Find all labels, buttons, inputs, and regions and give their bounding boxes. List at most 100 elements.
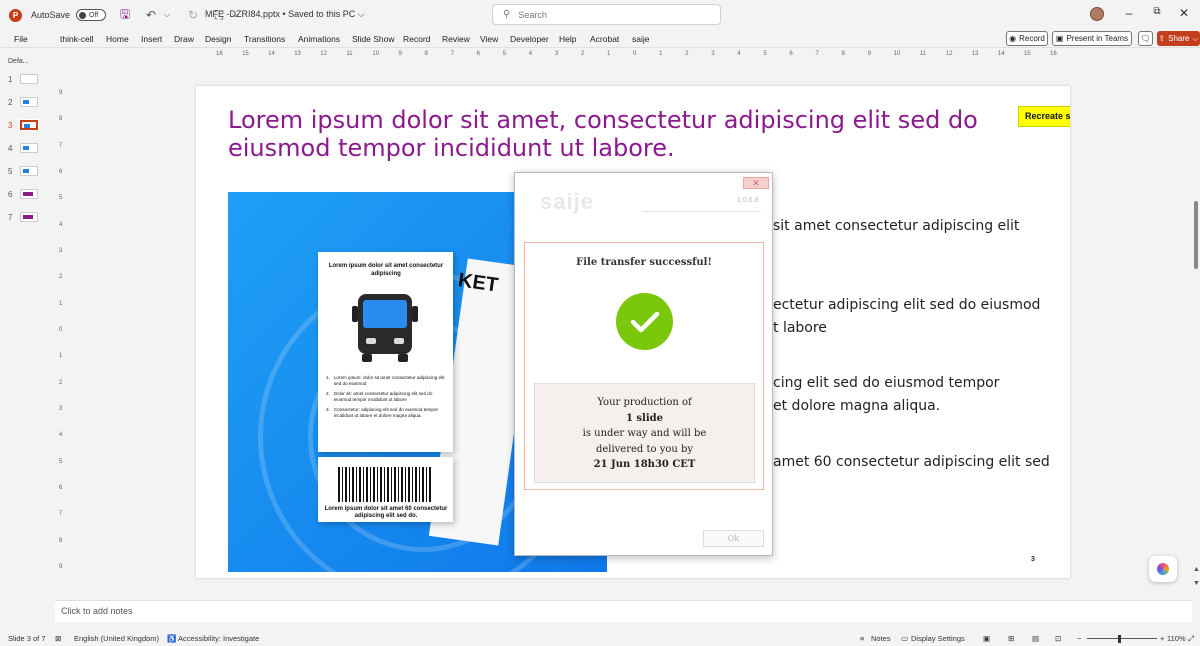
tab-insert[interactable]: Insert <box>141 34 162 44</box>
document-title[interactable]: MFE -DZRI84.pptx • Saved to this PC ⌵ <box>205 9 365 20</box>
thumbnail-slide-3[interactable]: 3 <box>8 118 50 132</box>
record-button[interactable]: ◉ Record <box>1006 31 1048 46</box>
vertical-scrollbar[interactable] <box>1192 56 1200 596</box>
slideshow-icon[interactable]: ⊡ <box>1055 634 1061 643</box>
ruler-tick-label: 8 <box>59 537 63 544</box>
notes-icon[interactable]: ≡ <box>860 634 864 643</box>
comment-icon: 🗨 <box>1140 34 1151 43</box>
language-status[interactable]: English (United Kingdom) <box>74 634 159 643</box>
tab-animations[interactable]: Animations <box>298 34 340 44</box>
accessibility-icon[interactable]: ♿ <box>167 634 176 643</box>
scrollbar-thumb[interactable] <box>1194 201 1198 269</box>
ruler-tick-label: 7 <box>815 51 819 57</box>
thumbnail-slide-5[interactable]: 5 <box>8 164 50 178</box>
front-ticket: Lorem ipsum dolor sit amet consectetur a… <box>318 252 453 452</box>
thumbnail-slide-4[interactable]: 4 <box>8 141 50 155</box>
vertical-ruler: 9 8 7 6 5 4 3 2 1 0 1 2 3 4 5 6 7 8 9 <box>57 86 67 572</box>
body-text-line-4[interactable]: amet 60 consectetur adipiscing elit sed <box>773 451 1063 474</box>
autosave-toggle[interactable]: Off <box>76 9 107 21</box>
fit-to-window-icon[interactable]: ⤢ <box>1188 634 1194 644</box>
ruler-tick-label: 8 <box>841 51 845 57</box>
tab-design[interactable]: Design <box>205 34 231 44</box>
save-icon[interactable]: 🖫 <box>118 5 132 26</box>
tab-help[interactable]: Help <box>559 34 576 44</box>
copilot-button[interactable] <box>1149 556 1177 582</box>
tab-developer[interactable]: Developer <box>510 34 549 44</box>
scroll-down-icon[interactable]: ▼ <box>1193 580 1200 587</box>
slide-title[interactable]: Lorem ipsum dolor sit amet, consectetur … <box>228 106 998 162</box>
slide-counter: Slide 3 of 7 <box>8 634 46 643</box>
thumbnail-image <box>20 97 38 107</box>
tab-view[interactable]: View <box>480 34 498 44</box>
undo-dropdown-icon[interactable]: ⌵ <box>160 10 174 20</box>
redo-icon[interactable]: ↻ <box>186 8 200 22</box>
notes-pane[interactable]: Click to add notes <box>55 600 1192 622</box>
accessibility-status[interactable]: Accessibility: Investigate <box>178 634 259 643</box>
tab-transitions[interactable]: Transitions <box>244 34 285 44</box>
minimize-icon[interactable]: – <box>1122 6 1136 20</box>
thumbnail-slide-1[interactable]: 1 <box>8 72 50 86</box>
close-button[interactable]: ✕ <box>743 177 769 189</box>
tab-home[interactable]: Home <box>106 34 129 44</box>
ruler-tick-label: 9 <box>59 90 63 96</box>
list-item-number: 3. <box>326 407 330 412</box>
ruler-tick-label: 9 <box>398 51 402 57</box>
slide-sorter-icon[interactable]: ⊞ <box>1008 634 1014 643</box>
share-dropdown-icon: ⌵ <box>1192 33 1199 43</box>
tab-slide-show[interactable]: Slide Show <box>352 34 395 44</box>
thumbnail-slide-7[interactable]: 7 <box>8 210 50 224</box>
reading-view-icon[interactable]: ▤ <box>1032 634 1039 643</box>
zoom-in-icon[interactable]: + <box>1160 634 1164 643</box>
success-check-icon <box>616 293 673 350</box>
list-item-number: 1. <box>326 375 330 380</box>
zoom-level[interactable]: 110% <box>1167 634 1186 643</box>
close-icon[interactable]: ✕ <box>1177 6 1191 20</box>
ruler-tick-label: 10 <box>893 51 901 57</box>
notes-toggle[interactable]: Notes <box>871 634 891 643</box>
ruler-tick-label: 15 <box>1023 51 1031 57</box>
list-item-text: Dolor sit: amet consectetur adipiscing e… <box>333 391 433 402</box>
saije-logo: saije <box>540 189 594 214</box>
tab-file[interactable]: File <box>14 34 28 44</box>
tab-think-cell[interactable]: think-cell <box>60 34 94 44</box>
tab-draw[interactable]: Draw <box>174 34 194 44</box>
thumbnail-slide-2[interactable]: 2 <box>8 95 50 109</box>
ruler-tick-label: 5 <box>763 51 767 57</box>
sticky-note[interactable]: Recreate slide <box>1018 106 1070 127</box>
tab-acrobat[interactable]: Acrobat <box>590 34 619 44</box>
maximize-icon[interactable]: ⧉ <box>1150 6 1164 17</box>
spelling-icon[interactable]: ⊠ <box>55 634 61 643</box>
ruler-tick-label: 10 <box>372 51 380 57</box>
slide-thumbnails-pane: Defa... 1 2 3 4 5 6 7 <box>0 52 50 600</box>
display-settings-icon[interactable]: ▭ <box>901 634 908 643</box>
undo-icon[interactable]: ↶ <box>144 8 158 22</box>
saije-dialog[interactable]: saije ✕ 1.0.6.8 File transfer successful… <box>514 172 773 556</box>
zoom-slider-knob[interactable] <box>1118 635 1121 643</box>
ruler-tick-label: 4 <box>59 221 63 228</box>
tab-review[interactable]: Review <box>442 34 470 44</box>
section-label[interactable]: Defa... <box>8 58 29 65</box>
share-button[interactable]: ⇪ Share ⌵ <box>1157 31 1200 46</box>
ruler-tick-label: 11 <box>919 51 926 57</box>
zoom-out-icon[interactable]: − <box>1077 634 1081 643</box>
tab-saije[interactable]: saije <box>632 34 649 44</box>
normal-view-icon[interactable]: ▣ <box>983 634 990 643</box>
display-settings-button[interactable]: Display Settings <box>911 634 965 643</box>
present-in-teams-button[interactable]: ▣ Present in Teams <box>1052 31 1132 46</box>
user-avatar[interactable] <box>1090 7 1104 21</box>
ticket-stub: Lorem ipsum dolor sit amet 60 consectetu… <box>318 457 453 522</box>
ruler-tick-label: 6 <box>476 51 480 57</box>
comments-button[interactable]: 🗨 <box>1138 31 1153 46</box>
thumbnail-slide-6[interactable]: 6 <box>8 187 50 201</box>
thumbnail-image <box>20 143 38 153</box>
thumbnail-number: 4 <box>8 143 13 153</box>
body-text-line-3[interactable]: cing elit sed do eiusmod tempor et dolor… <box>773 372 1063 418</box>
tab-record[interactable]: Record <box>403 34 430 44</box>
search-input[interactable]: ⚲ Search <box>492 4 721 25</box>
zoom-slider[interactable] <box>1087 638 1157 639</box>
body-text-line-1[interactable]: sit amet consectetur adipiscing elit <box>773 215 1063 238</box>
scroll-up-icon[interactable]: ▲ <box>1193 566 1200 573</box>
delivery-info: Your production of 1 slide is under way … <box>534 383 755 483</box>
ok-button[interactable]: Ok <box>703 530 764 547</box>
body-text-line-2[interactable]: ectetur adipiscing elit sed do eiusmod t… <box>773 294 1063 340</box>
